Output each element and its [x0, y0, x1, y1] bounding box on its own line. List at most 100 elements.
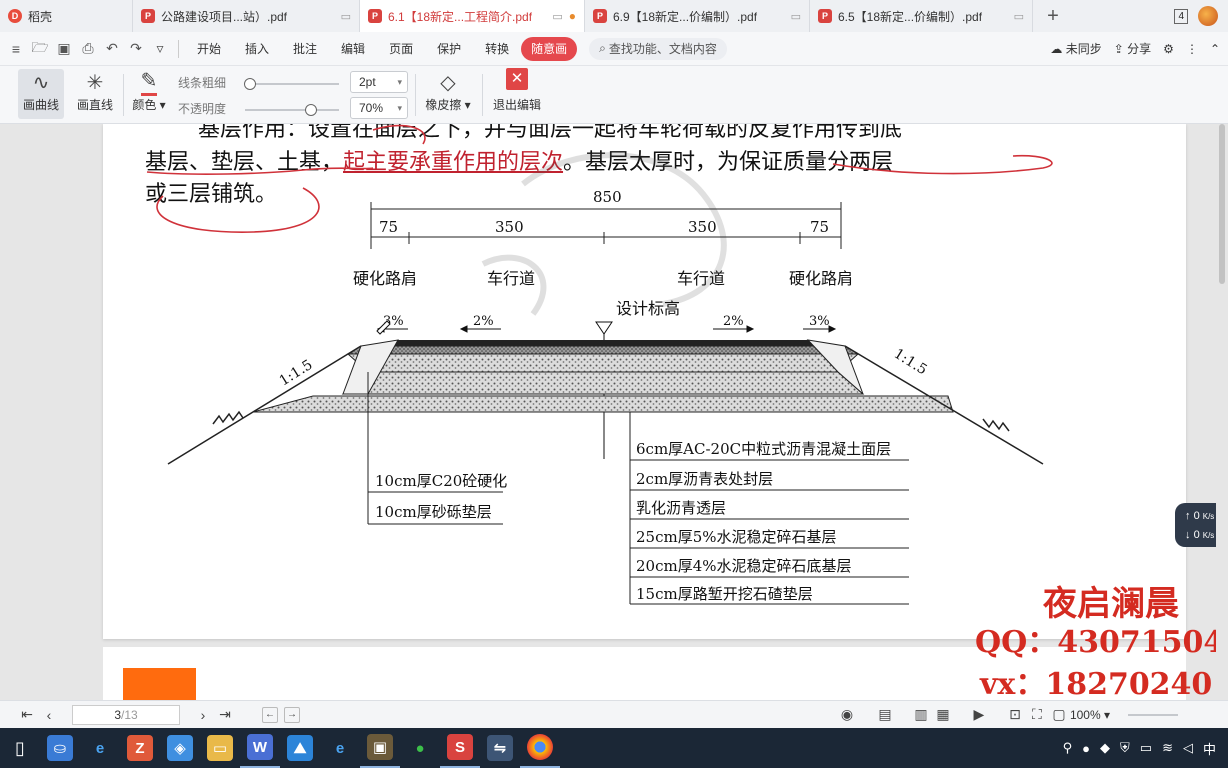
save-icon[interactable]: ▣ — [52, 37, 76, 61]
tab-label: 6.1【18新定...工程简介.pdf — [388, 9, 533, 24]
new-tab-button[interactable]: + — [1033, 0, 1073, 32]
ie-icon[interactable]: e — [80, 728, 120, 768]
opacity-select[interactable]: 70% ▾ — [350, 97, 408, 119]
wps-s-icon[interactable]: S — [440, 728, 480, 768]
vertical-scrollbar[interactable] — [1216, 124, 1228, 700]
draw-line-button[interactable]: ✳ 画直线 — [72, 69, 118, 119]
menu-protect[interactable]: 保护 — [425, 37, 473, 61]
tray-app-icon[interactable]: ◆ — [1100, 740, 1110, 756]
collapse-icon[interactable]: ⌃ — [1210, 42, 1220, 56]
zoom-slider[interactable] — [1128, 713, 1178, 716]
qq-icon[interactable]: ● — [1082, 741, 1090, 756]
tab-document-1[interactable]: P 公路建设项目...站）.pdf ▭ — [133, 0, 360, 32]
forward-icon[interactable]: → — [284, 706, 300, 723]
share-button[interactable]: ⇪ 分享 — [1114, 40, 1151, 57]
print-icon[interactable]: ⎙ — [76, 37, 100, 61]
scrollbar-thumb[interactable] — [1219, 124, 1225, 284]
overlay-vx: vx：18270240 — [980, 667, 1213, 700]
wps-taskbar-icon[interactable]: W — [240, 728, 280, 768]
volume-icon[interactable]: ◁ — [1183, 740, 1193, 756]
tab-document-3[interactable]: P 6.9【18新定...价编制）.pdf ▭ — [585, 0, 810, 32]
first-page-icon[interactable]: ⇤ — [16, 704, 38, 726]
right-layer-label: 2cm厚沥青表处封层 — [636, 470, 773, 488]
menu-freehand[interactable]: 随意画 — [521, 36, 578, 61]
wechat-icon[interactable]: ● — [400, 728, 440, 768]
menu-edit[interactable]: 编辑 — [329, 37, 377, 61]
pdf-file-icon: P — [368, 9, 382, 23]
eye-protection-icon[interactable]: ◉ — [836, 704, 858, 726]
redo-icon[interactable]: ↷ — [124, 37, 148, 61]
zoom-level[interactable]: 100% ▾ — [1070, 708, 1110, 722]
tab-document-active[interactable]: P 6.1【18新定...工程简介.pdf ▭ ● — [360, 0, 585, 32]
more-icon[interactable]: ⋮ — [1186, 42, 1198, 56]
curve-icon: ∿ — [32, 72, 50, 94]
monitor-icon: ▭ — [1013, 10, 1024, 23]
color-picker-button[interactable]: ✎ 颜色 ▾ — [126, 69, 172, 119]
freehand-annotations — [146, 124, 1053, 233]
settings-icon[interactable]: ⚙ — [1163, 42, 1174, 56]
tool-icon[interactable]: ⇋ — [480, 728, 520, 768]
undo-icon[interactable]: ↶ — [100, 37, 124, 61]
security-icon[interactable]: ◈ — [160, 728, 200, 768]
opacity-slider[interactable] — [245, 104, 339, 116]
user-icon[interactable]: ⚲ — [1063, 740, 1073, 756]
exit-edit-button[interactable]: ✕ 退出编辑 — [488, 68, 546, 119]
avatar[interactable] — [1198, 6, 1218, 26]
shield-icon[interactable]: ⛨ — [1120, 740, 1130, 756]
window-count-badge[interactable]: 4 — [1174, 8, 1188, 24]
document-viewport[interactable]: 基层作用：设置在面层之下，并与面层一起将车轮荷载的反复作用传到底 基层、垫层、土… — [0, 124, 1228, 700]
line-width-slider[interactable] — [243, 78, 339, 90]
page-number-input[interactable]: 3/13 — [72, 704, 180, 725]
dimension-seg-4: 75 — [810, 218, 829, 236]
back-icon[interactable]: ← — [262, 706, 278, 723]
ie-icon[interactable]: e — [320, 728, 360, 768]
menu-convert[interactable]: 转换 — [473, 37, 521, 61]
tab-document-4[interactable]: P 6.5【18新定...价编制）.pdf ▭ — [810, 0, 1033, 32]
tab-label: 6.5【18新定...价编制）.pdf — [838, 9, 983, 24]
dimension-seg-2: 350 — [495, 218, 524, 236]
single-page-icon[interactable]: ▤ — [874, 704, 896, 726]
chat-app-icon[interactable]: ⛰ — [280, 728, 320, 768]
menu-insert[interactable]: 插入 — [233, 37, 281, 61]
zhuanlan-icon[interactable]: Z — [120, 728, 160, 768]
open-folder-icon[interactable]: 🗁 — [28, 37, 52, 61]
ime-indicator[interactable]: 中 — [1203, 739, 1216, 758]
actual-size-icon[interactable]: ⊡ — [1004, 704, 1026, 726]
menu-page[interactable]: 页面 — [377, 37, 425, 61]
store-icon[interactable]: ⛀ — [40, 728, 80, 768]
line-width-slider-knob[interactable] — [243, 78, 256, 90]
explorer-icon[interactable]: ▭ — [200, 728, 240, 768]
sync-status[interactable]: ☁ 未同步 — [1050, 40, 1101, 57]
dual-page-icon[interactable]: ▦ — [932, 704, 954, 726]
eraser-button[interactable]: ◇ 橡皮擦 ▾ — [420, 69, 476, 119]
last-page-icon[interactable]: ⇥ — [214, 704, 236, 726]
slope-right-label: 1:1.5 — [891, 346, 930, 379]
fit-page-icon[interactable]: ⛶ — [1026, 704, 1048, 726]
continuous-page-icon[interactable]: ▥ — [910, 704, 932, 726]
line-width-label: 线条粗细 — [178, 76, 227, 90]
search-input[interactable]: ⌕ 查找功能、文档内容 — [589, 37, 728, 60]
battery-icon[interactable]: ▭ — [1140, 740, 1152, 756]
fit-width-icon[interactable]: ▢ — [1048, 704, 1070, 726]
opacity-value: 70% — [359, 101, 384, 115]
dropdown-icon[interactable]: ▿ — [148, 37, 172, 61]
play-icon[interactable]: ▶ — [968, 704, 990, 726]
draw-curve-button[interactable]: ∿ 画曲线 — [18, 69, 64, 119]
menu-toggle-icon[interactable]: ≡ — [4, 37, 28, 61]
game-icon[interactable]: ▣ — [360, 728, 400, 768]
show-desktop-icon[interactable]: ▯ — [0, 728, 40, 768]
taskbar: ▯ ⛀ e Z ◈ ▭ W ⛰ e ▣ ● S ⇋ ⚲ ● ◆ ⛨ ▭ ≋ ◁ … — [0, 728, 1228, 768]
pavement-layers — [252, 339, 954, 413]
line-width-value: 2pt — [359, 75, 376, 89]
pdf-file-icon: P — [818, 9, 832, 23]
prev-page-icon[interactable]: ‹ — [38, 704, 60, 726]
tab-daoke[interactable]: D 稻壳 — [0, 0, 133, 32]
chrome-icon[interactable] — [520, 728, 560, 768]
menu-start[interactable]: 开始 — [185, 37, 233, 61]
next-page-icon[interactable]: › — [192, 704, 214, 726]
cloud-icon: ☁ — [1050, 42, 1063, 56]
wifi-icon[interactable]: ≋ — [1162, 740, 1173, 756]
line-width-select[interactable]: 2pt ▾ — [350, 71, 408, 93]
opacity-slider-knob[interactable] — [304, 104, 317, 116]
menu-annotate[interactable]: 批注 — [281, 37, 329, 61]
